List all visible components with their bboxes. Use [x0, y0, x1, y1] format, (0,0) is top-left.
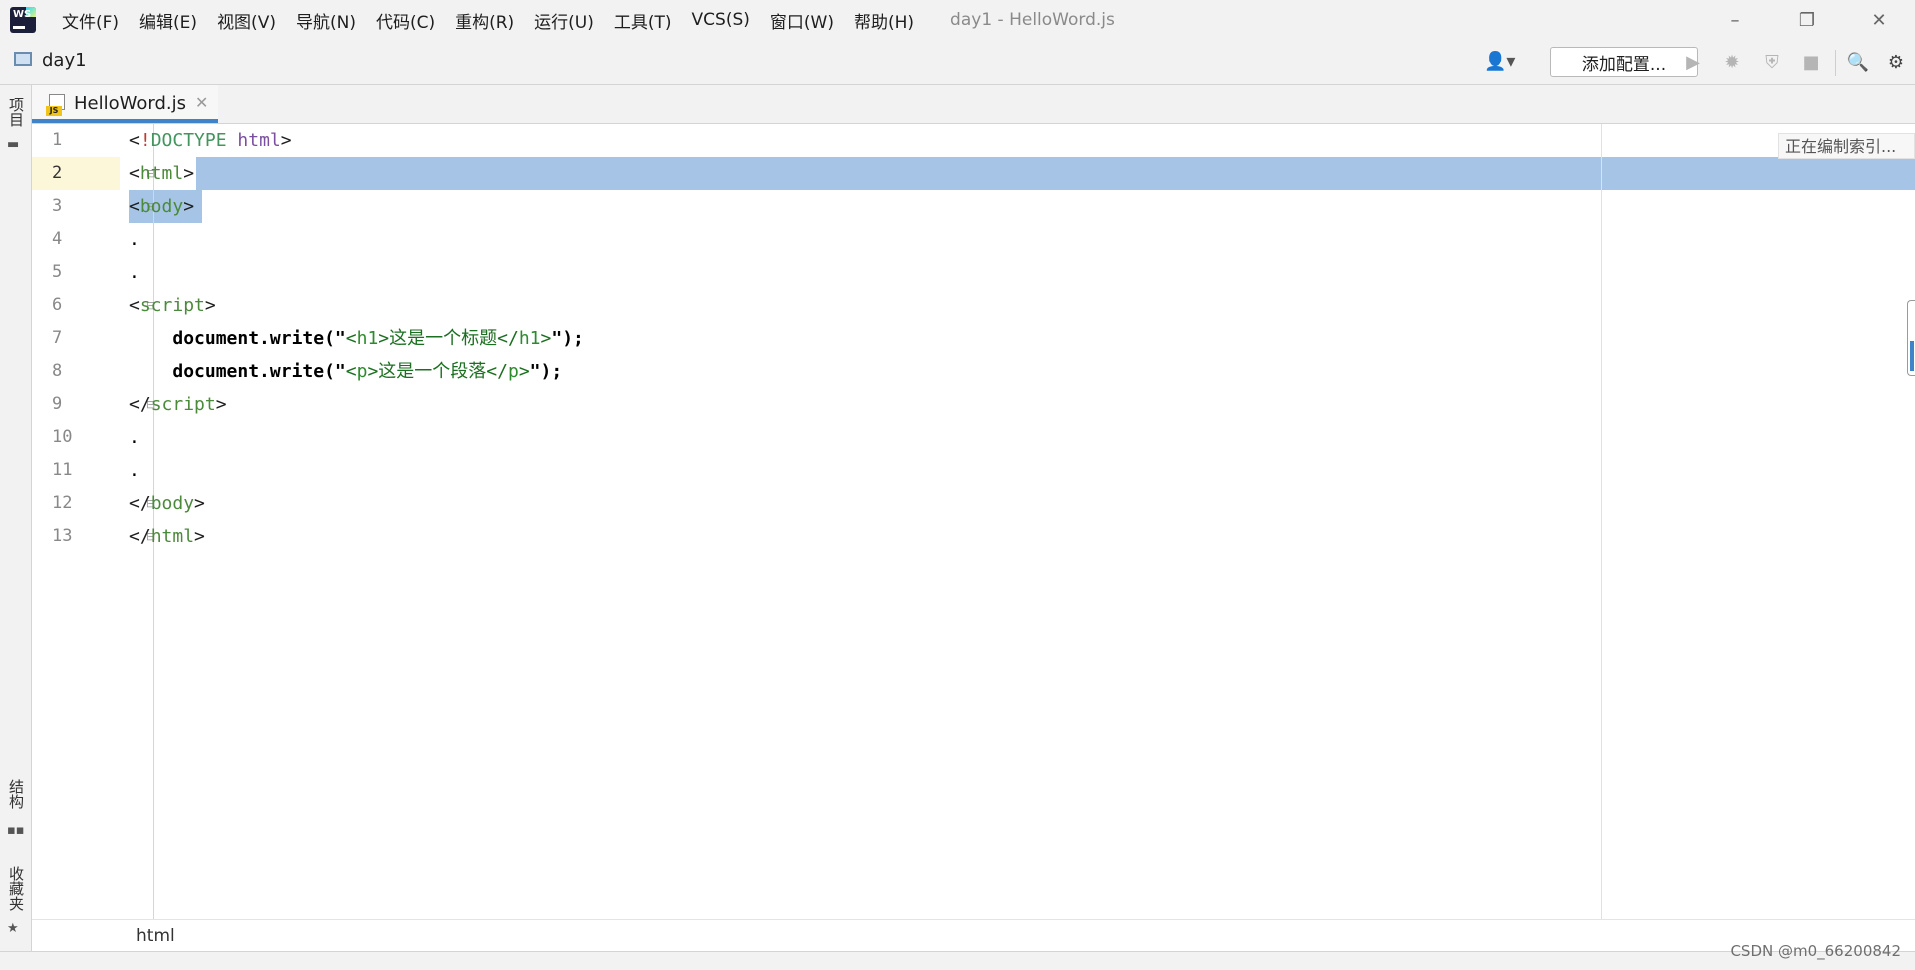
code-line-1: <!DOCTYPE html> [129, 130, 292, 151]
line-number-current: 2 [52, 163, 63, 183]
favorites-tool-tab[interactable]: 收藏夹 [6, 866, 27, 911]
menu-navigate[interactable]: 导航(N) [286, 8, 366, 33]
selection-highlight [196, 157, 1915, 190]
menu-refactor[interactable]: 重构(R) [445, 8, 524, 33]
code-line-3: <body> [129, 196, 195, 217]
restore-button[interactable]: ❐ [1771, 0, 1843, 40]
menu-file[interactable]: 文件(F) [52, 8, 129, 33]
stop-icon[interactable]: ■ [1799, 50, 1823, 74]
coverage-icon[interactable]: ⛨ [1760, 50, 1784, 74]
toolbar-separator [1835, 50, 1836, 76]
code-line-9: </script> [129, 394, 227, 415]
project-breadcrumb[interactable]: day1 [42, 50, 87, 71]
structure-tool-tab[interactable]: 结构 [6, 779, 27, 809]
code-line-11: . [129, 460, 140, 481]
right-margin-guide [1601, 124, 1602, 919]
code-line-12: </body> [129, 493, 205, 514]
scrollbar-thumb[interactable] [1910, 341, 1914, 371]
user-icon[interactable]: 👤▾ [1484, 51, 1524, 73]
editor-tab-bar: JS HelloWord.js ✕ [32, 85, 1915, 124]
line-number: 10 [52, 427, 73, 447]
line-number: 4 [52, 229, 63, 249]
menu-code[interactable]: 代码(C) [366, 8, 445, 33]
editor-breadcrumb-bar: html [32, 919, 1915, 952]
code-line-2: <html> [129, 163, 195, 184]
menu-run[interactable]: 运行(U) [524, 8, 604, 33]
line-number: 5 [52, 262, 63, 282]
menu-edit[interactable]: 编辑(E) [129, 8, 207, 33]
code-editor[interactable]: 1 2 3 4 5 6 7 8 9 10 11 12 13 ⊟ ⊟ ⊟ ⊟ ⊟ … [32, 124, 1915, 919]
code-line-10: . [129, 427, 140, 448]
line-number: 8 [52, 361, 63, 381]
menu-view[interactable]: 视图(V) [207, 8, 286, 33]
menu-help[interactable]: 帮助(H) [844, 8, 924, 33]
line-number: 9 [52, 394, 63, 414]
code-line-5: . [129, 262, 140, 283]
close-window-button[interactable]: ✕ [1843, 0, 1915, 40]
folder-icon: ▬ [7, 137, 20, 152]
line-number: 6 [52, 295, 63, 315]
menu-vcs[interactable]: VCS(S) [682, 10, 760, 30]
line-number: 11 [52, 460, 73, 480]
watermark: CSDN @m0_66200842 [1730, 942, 1901, 960]
line-number: 7 [52, 328, 63, 348]
menu-tools[interactable]: 工具(T) [604, 8, 682, 33]
line-number: 12 [52, 493, 73, 513]
structure-icon: ▪▪ [7, 823, 25, 838]
run-icon[interactable]: ▶ [1681, 50, 1705, 74]
code-line-6: <script> [129, 295, 216, 316]
line-number: 1 [52, 130, 63, 150]
left-tool-strip: 项目 ▬ 结构 ▪▪ 收藏夹 ★ [0, 85, 32, 951]
gear-icon[interactable]: ⚙ [1884, 50, 1908, 74]
window-title: day1 - HelloWord.js [950, 10, 1115, 30]
debug-icon[interactable]: ✹ [1720, 50, 1744, 74]
add-configuration-button[interactable]: 添加配置... [1550, 47, 1698, 77]
window-controls: – ❐ ✕ [1699, 0, 1915, 40]
code-line-8: document.write("<p>这是一个段落</p>"); [172, 361, 563, 382]
line-number: 3 [52, 196, 63, 216]
star-icon: ★ [7, 921, 19, 936]
webstorm-logo-icon: WS [10, 7, 36, 33]
menu-window[interactable]: 窗口(W) [760, 8, 844, 33]
menu-bar: WS 文件(F) 编辑(E) 视图(V) 导航(N) 代码(C) 重构(R) 运… [0, 0, 1915, 40]
status-bar [0, 951, 1915, 970]
breadcrumb-html[interactable]: html [136, 926, 175, 946]
search-icon[interactable]: 🔍 [1846, 50, 1870, 74]
code-line-4: . [129, 229, 140, 250]
line-number: 13 [52, 526, 73, 546]
js-file-icon: JS [46, 94, 66, 116]
code-line-7: document.write("<h1>这是一个标题</h1>"); [172, 328, 584, 349]
editor-scrollbar[interactable] [1907, 300, 1915, 376]
code-line-13: </html> [129, 526, 205, 547]
project-tool-tab[interactable]: 项目 [6, 97, 27, 127]
indexing-status: 正在编制索引... [1778, 133, 1915, 159]
tab-label: HelloWord.js [74, 93, 186, 114]
tab-helloword-js[interactable]: JS HelloWord.js ✕ [32, 85, 218, 123]
close-tab-icon[interactable]: ✕ [195, 93, 208, 112]
minimize-button[interactable]: – [1699, 0, 1771, 40]
project-folder-icon [14, 52, 32, 66]
